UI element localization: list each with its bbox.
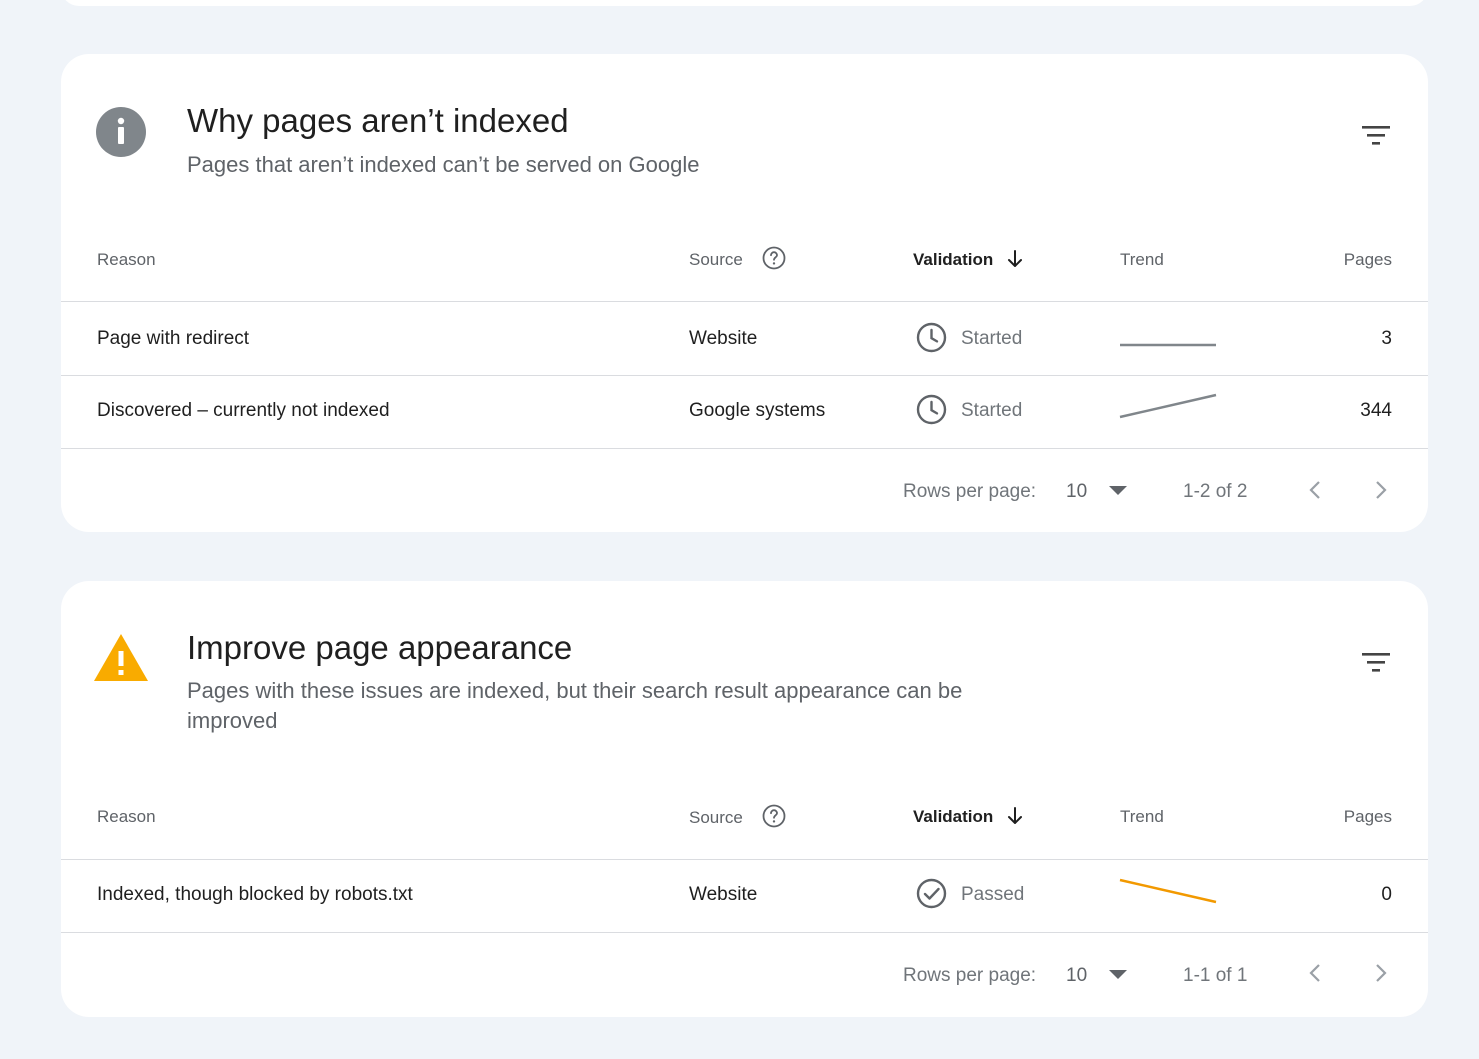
info-icon [96,107,146,157]
trend-sparkline [1119,393,1217,419]
card-title: Improve page appearance [187,629,573,666]
card-subtitle: Pages that aren’t indexed can’t be serve… [187,152,700,177]
validation-status: Started [961,400,1023,421]
pages-column-header: Pages [1343,250,1392,269]
trend-sparkline [1120,343,1216,347]
chevron-left-icon[interactable] [1308,962,1322,984]
dropdown-arrow-icon[interactable] [1109,486,1127,496]
table-row[interactable]: Indexed, though blocked by robots.txt We… [61,860,1428,933]
clock-icon [916,394,947,425]
table-row[interactable]: Page with redirect Website Started 3 [61,302,1428,375]
help-icon[interactable] [762,804,786,828]
reason-cell: Indexed, though blocked by robots.txt [97,884,413,905]
rows-per-page-label: Rows per page: [903,965,1037,986]
dropdown-arrow-icon[interactable] [1109,970,1127,980]
trend-column-header: Trend [1120,807,1164,826]
reason-cell: Discovered – currently not indexed [97,400,390,421]
rows-per-page-label: Rows per page: [903,481,1037,502]
chevron-right-icon[interactable] [1374,479,1388,501]
rows-per-page-select[interactable]: 10 [1066,965,1087,987]
previous-card-edge [61,0,1428,6]
not-indexed-card: Why pages aren’t indexed Pages that aren… [61,54,1428,532]
divider [61,932,1428,933]
card-title: Why pages aren’t indexed [187,102,569,139]
reason-cell: Page with redirect [97,328,250,349]
pages-column-header: Pages [1343,807,1392,826]
validation-column-header[interactable]: Validation [913,250,993,270]
source-column-header: Source [689,808,743,827]
page-range: 1-1 of 1 [1183,965,1248,986]
trend-sparkline [1119,878,1217,904]
filter-icon[interactable] [1362,651,1390,675]
table-row[interactable]: Discovered – currently not indexed Googl… [61,376,1428,449]
source-cell: Website [689,328,758,349]
reason-column-header: Reason [97,807,156,826]
chevron-right-icon[interactable] [1374,962,1388,984]
validation-column-header[interactable]: Validation [913,807,993,827]
validation-status: Passed [961,884,1025,905]
reason-column-header: Reason [97,250,156,269]
pages-count: 3 [1381,328,1392,349]
validation-status: Started [961,328,1023,349]
trend-column-header: Trend [1120,250,1164,269]
warning-icon [94,634,148,681]
divider [61,448,1428,449]
source-column-header: Source [689,250,743,269]
clock-icon [916,322,947,353]
pages-count: 0 [1381,884,1392,905]
arrow-down-icon[interactable] [1006,806,1024,826]
pages-count: 344 [1360,400,1392,421]
rows-per-page-select[interactable]: 10 [1066,481,1087,503]
page-range: 1-2 of 2 [1183,481,1248,502]
filter-icon[interactable] [1362,124,1390,148]
arrow-down-icon[interactable] [1006,249,1024,269]
source-cell: Website [689,884,758,905]
chevron-left-icon[interactable] [1308,479,1322,501]
page-appearance-card: Improve page appearance Pages with these… [61,581,1428,1017]
card-subtitle: Pages with these issues are indexed, but… [187,678,963,733]
source-cell: Google systems [689,400,826,421]
help-icon[interactable] [762,246,786,270]
check-circle-icon [916,878,947,909]
